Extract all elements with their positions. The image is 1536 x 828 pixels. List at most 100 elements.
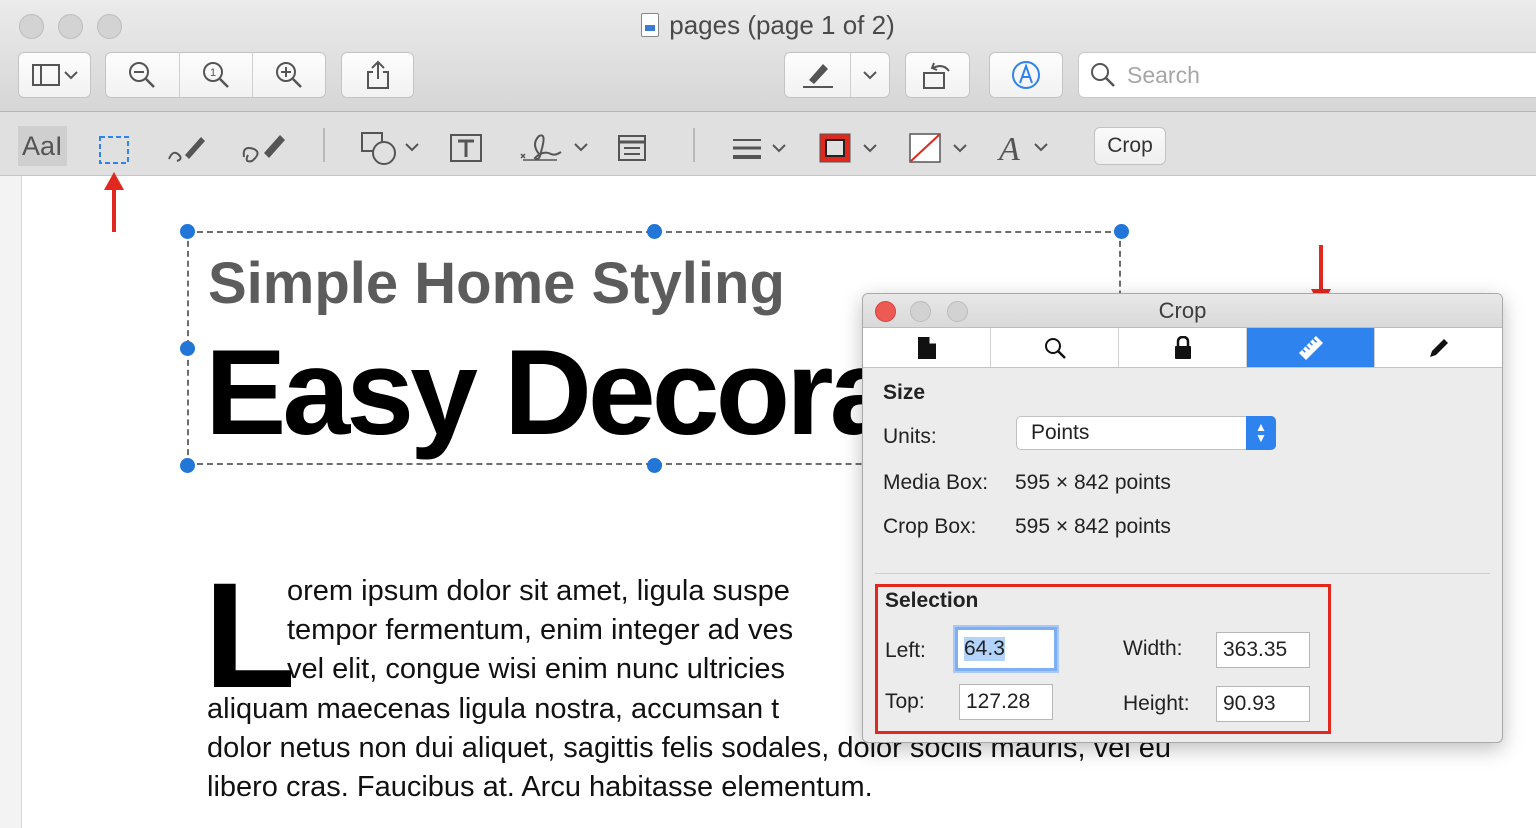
border-color-icon xyxy=(819,133,877,163)
highlight-button[interactable] xyxy=(785,53,851,97)
ruler-icon xyxy=(1298,335,1323,360)
line-style-icon xyxy=(733,139,786,159)
search-field[interactable]: Search xyxy=(1078,52,1536,98)
font-style-icon: A xyxy=(997,131,1048,166)
body-line: orem ipsum dolor sit amet, ligula suspe xyxy=(287,575,790,607)
sketch-pen-icon xyxy=(168,137,205,162)
size-heading: Size xyxy=(883,381,926,404)
selection-handle-top[interactable] xyxy=(647,224,662,239)
text-selection-tool-label: AaI xyxy=(22,130,63,161)
window-title: pages (page 1 of 2) xyxy=(669,10,895,40)
height-field[interactable]: 90.93 xyxy=(1216,686,1310,722)
selection-handle-top-right[interactable] xyxy=(1114,224,1129,239)
rotate-button[interactable] xyxy=(905,52,970,98)
shapes-icon xyxy=(361,132,419,165)
tab-encryption[interactable] xyxy=(1119,328,1247,367)
tab-crop[interactable] xyxy=(1247,328,1375,367)
drop-cap: L xyxy=(204,551,296,719)
actual-size-icon: 1 xyxy=(203,62,229,88)
top-label: Top: xyxy=(885,690,925,713)
sidebar-icon xyxy=(31,64,78,86)
width-value: 363.35 xyxy=(1223,638,1288,661)
note-tool[interactable] xyxy=(617,128,647,168)
selection-handle-top-left[interactable] xyxy=(180,224,195,239)
units-label: Units: xyxy=(883,425,937,448)
zoom-out-button[interactable] xyxy=(106,53,180,97)
top-value: 127.28 xyxy=(966,690,1031,713)
text-style-tool[interactable]: A xyxy=(997,128,1055,168)
border-color-tool[interactable] xyxy=(818,128,880,168)
selection-heading: Selection xyxy=(885,589,979,612)
line-style-tool[interactable] xyxy=(731,128,791,168)
left-label: Left: xyxy=(885,639,926,662)
inspector-zoom-button[interactable] xyxy=(947,301,968,322)
zoom-in-icon xyxy=(276,62,303,88)
toolbar-divider xyxy=(323,128,325,162)
text-selection-tool[interactable]: AaI xyxy=(18,126,67,166)
selection-handle-bottom-left[interactable] xyxy=(180,458,195,473)
crop-button-label: Crop xyxy=(1107,134,1153,157)
highlighter-pen-icon xyxy=(802,64,833,88)
zoom-in-button[interactable] xyxy=(253,53,325,97)
top-field[interactable]: 127.28 xyxy=(959,684,1053,720)
highlight-button-group xyxy=(784,52,890,98)
selection-handle-left[interactable] xyxy=(180,341,195,356)
toolbar-divider xyxy=(693,128,695,162)
inspector-titlebar: Crop xyxy=(863,294,1502,328)
inspector-minimize-button[interactable] xyxy=(910,301,931,322)
signature-icon xyxy=(520,134,588,161)
inspector-title: Crop xyxy=(1158,298,1207,323)
search-placeholder: Search xyxy=(1127,61,1200,88)
zoom-out-icon xyxy=(129,62,156,88)
panel-divider xyxy=(875,573,1490,574)
text-box-icon xyxy=(450,134,482,162)
inspector-close-button[interactable] xyxy=(875,301,896,322)
units-select[interactable]: Points ▲ ▼ xyxy=(1016,416,1276,450)
rotate-icon xyxy=(922,62,950,89)
body-line: vel elit, congue wisi enim nunc ultricie… xyxy=(287,653,786,685)
draw-tool[interactable] xyxy=(240,128,288,168)
pdf-document-icon xyxy=(641,13,660,37)
units-value: Points xyxy=(1031,421,1090,444)
markup-pen-circle-icon xyxy=(1012,61,1040,89)
actual-size-button[interactable]: 1 xyxy=(180,53,254,97)
highlight-menu-button[interactable] xyxy=(851,53,889,97)
document-subtitle: Simple Home Styling xyxy=(208,251,785,316)
magnifier-icon xyxy=(1044,337,1066,359)
media-box-value: 595 × 842 points xyxy=(1015,471,1171,494)
tab-annotations[interactable] xyxy=(1375,328,1502,367)
document-title: Easy Decora xyxy=(205,324,897,460)
body-line: libero cras. Faucibus at. Arcu habitasse… xyxy=(207,771,873,803)
crop-button[interactable]: Crop xyxy=(1094,127,1166,165)
window-titlebar: pages (page 1 of 2) 1 Search xyxy=(0,0,1536,112)
left-value: 64.3 xyxy=(964,637,1005,661)
left-field[interactable]: 64.3 xyxy=(955,627,1057,671)
zoom-button-group: 1 xyxy=(105,52,326,98)
draw-pen-icon xyxy=(242,135,285,163)
sidebar-view-button[interactable] xyxy=(18,52,91,98)
rectangular-selection-icon xyxy=(99,136,129,164)
sidebar-edge xyxy=(0,176,22,828)
crop-inspector-panel: Crop Size Units: Points ▲ ▼ Media Box: 59… xyxy=(862,293,1503,743)
share-icon xyxy=(366,60,389,89)
sketch-tool[interactable] xyxy=(165,128,207,168)
fill-color-icon xyxy=(909,133,967,163)
tab-search[interactable] xyxy=(991,328,1119,367)
signature-tool[interactable] xyxy=(517,128,589,168)
fill-color-tool[interactable] xyxy=(908,128,970,168)
window-title-area: pages (page 1 of 2) xyxy=(0,10,1536,41)
height-value: 90.93 xyxy=(1223,692,1276,715)
height-label: Height: xyxy=(1123,692,1190,715)
text-box-tool[interactable] xyxy=(449,128,483,168)
rectangular-selection-tool[interactable] xyxy=(98,130,130,170)
width-label: Width: xyxy=(1123,637,1183,660)
body-line: tempor fermentum, enim integer ad ves xyxy=(287,614,794,646)
shapes-tool[interactable] xyxy=(360,128,422,168)
width-field[interactable]: 363.35 xyxy=(1216,632,1310,668)
tab-document-info[interactable] xyxy=(863,328,991,367)
note-icon xyxy=(618,135,646,161)
svg-text:1: 1 xyxy=(210,67,216,79)
markup-toolbar-button[interactable] xyxy=(989,52,1063,98)
share-button[interactable] xyxy=(341,52,414,98)
lock-icon xyxy=(1174,335,1191,359)
